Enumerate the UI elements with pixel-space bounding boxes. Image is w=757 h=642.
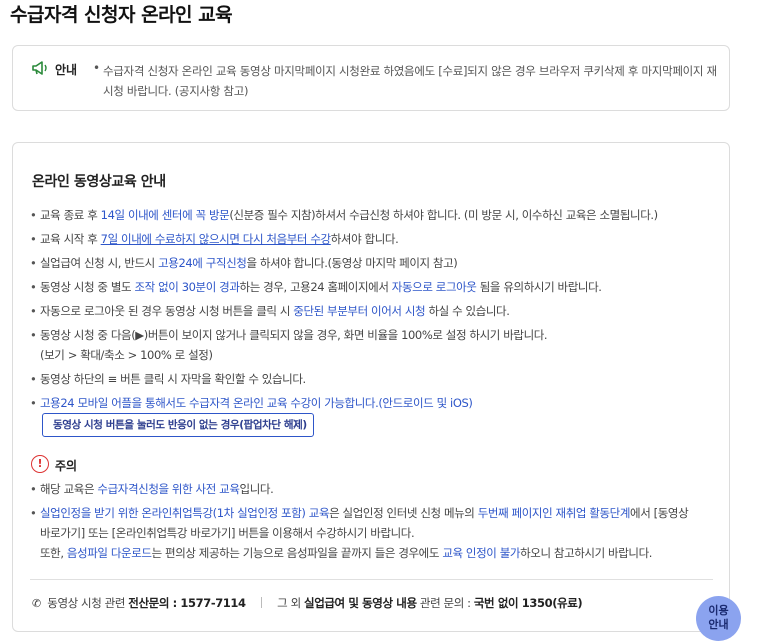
popup-block-help-button[interactable]: 동영상 시청 버튼을 눌러도 반응이 없는 경우(팝업차단 해제) 〉 <box>42 413 314 437</box>
contact-footer: ✆ 동영상 시청 관련 전산문의 : 1577-7114 그 외 실업급여 및 … <box>32 596 583 610</box>
list-item: 고용24 모바일 어플을 통해서도 수급자격 온라인 교육 수강이 가능합니다.… <box>30 393 720 413</box>
notice-text: 수급자격 신청자 온라인 교육 동영상 마지막페이지 시청완료 하였음에도 [수… <box>103 64 717 98</box>
list-item: 동영상 시청 중 다음(▶)버튼이 보이지 않거나 클릭되지 않을 경우, 화면… <box>30 325 720 365</box>
separator <box>260 597 262 608</box>
divider <box>30 579 713 580</box>
caution-label: 주의 <box>55 459 78 473</box>
warning-icon: ! <box>31 455 49 473</box>
list-item: 교육 종료 후 14일 이내에 센터에 꼭 방문(신분증 필수 지참)하셔서 수… <box>30 205 720 225</box>
list-item: 자동으로 로그아웃 된 경우 동영상 시청 버튼을 클릭 시 중단된 부분부터 … <box>30 301 720 321</box>
list-item: 해당 교육은 수급자격신청을 위한 사전 교육입니다. <box>30 479 720 499</box>
megaphone-icon <box>32 61 47 75</box>
caution-list: 해당 교육은 수급자격신청을 위한 사전 교육입니다. 실업인정을 받기 위한 … <box>30 479 720 563</box>
guide-panel: 온라인 동영상교육 안내 교육 종료 후 14일 이내에 센터에 꼭 방문(신분… <box>12 142 730 632</box>
guide-title: 온라인 동영상교육 안내 <box>32 174 166 190</box>
phone-icon: ✆ <box>32 597 41 610</box>
notice-box: 안내 • 수급자격 신청자 온라인 교육 동영상 마지막페이지 시청완료 하였음… <box>12 45 730 111</box>
guide-list: 교육 종료 후 14일 이내에 센터에 꼭 방문(신분증 필수 지참)하셔서 수… <box>30 205 720 413</box>
notice-bullet: • <box>93 61 101 75</box>
list-item: 실업인정을 받기 위한 온라인취업특강(1차 실업인정 포함) 교육은 실업인정… <box>30 503 720 563</box>
list-item: 동영상 시청 중 별도 조작 없이 30분이 경과하는 경우, 고용24 홈페이… <box>30 277 720 297</box>
list-item: 교육 시작 후 7일 이내에 수료하지 않으시면 다시 처음부터 수강하셔야 합… <box>30 229 720 249</box>
page-title: 수급자격 신청자 온라인 교육 <box>10 4 233 26</box>
list-item: 실업급여 신청 시, 반드시 고용24에 구직신청을 하셔야 합니다.(동영상 … <box>30 253 720 273</box>
notice-label: 안내 <box>55 63 78 77</box>
usage-guide-button[interactable]: 이용 안내 <box>696 596 741 641</box>
chevron-right-icon: 〉 <box>292 419 304 431</box>
list-item: 동영상 하단의 ≡ 버튼 클릭 시 자막을 확인할 수 있습니다. <box>30 369 720 389</box>
